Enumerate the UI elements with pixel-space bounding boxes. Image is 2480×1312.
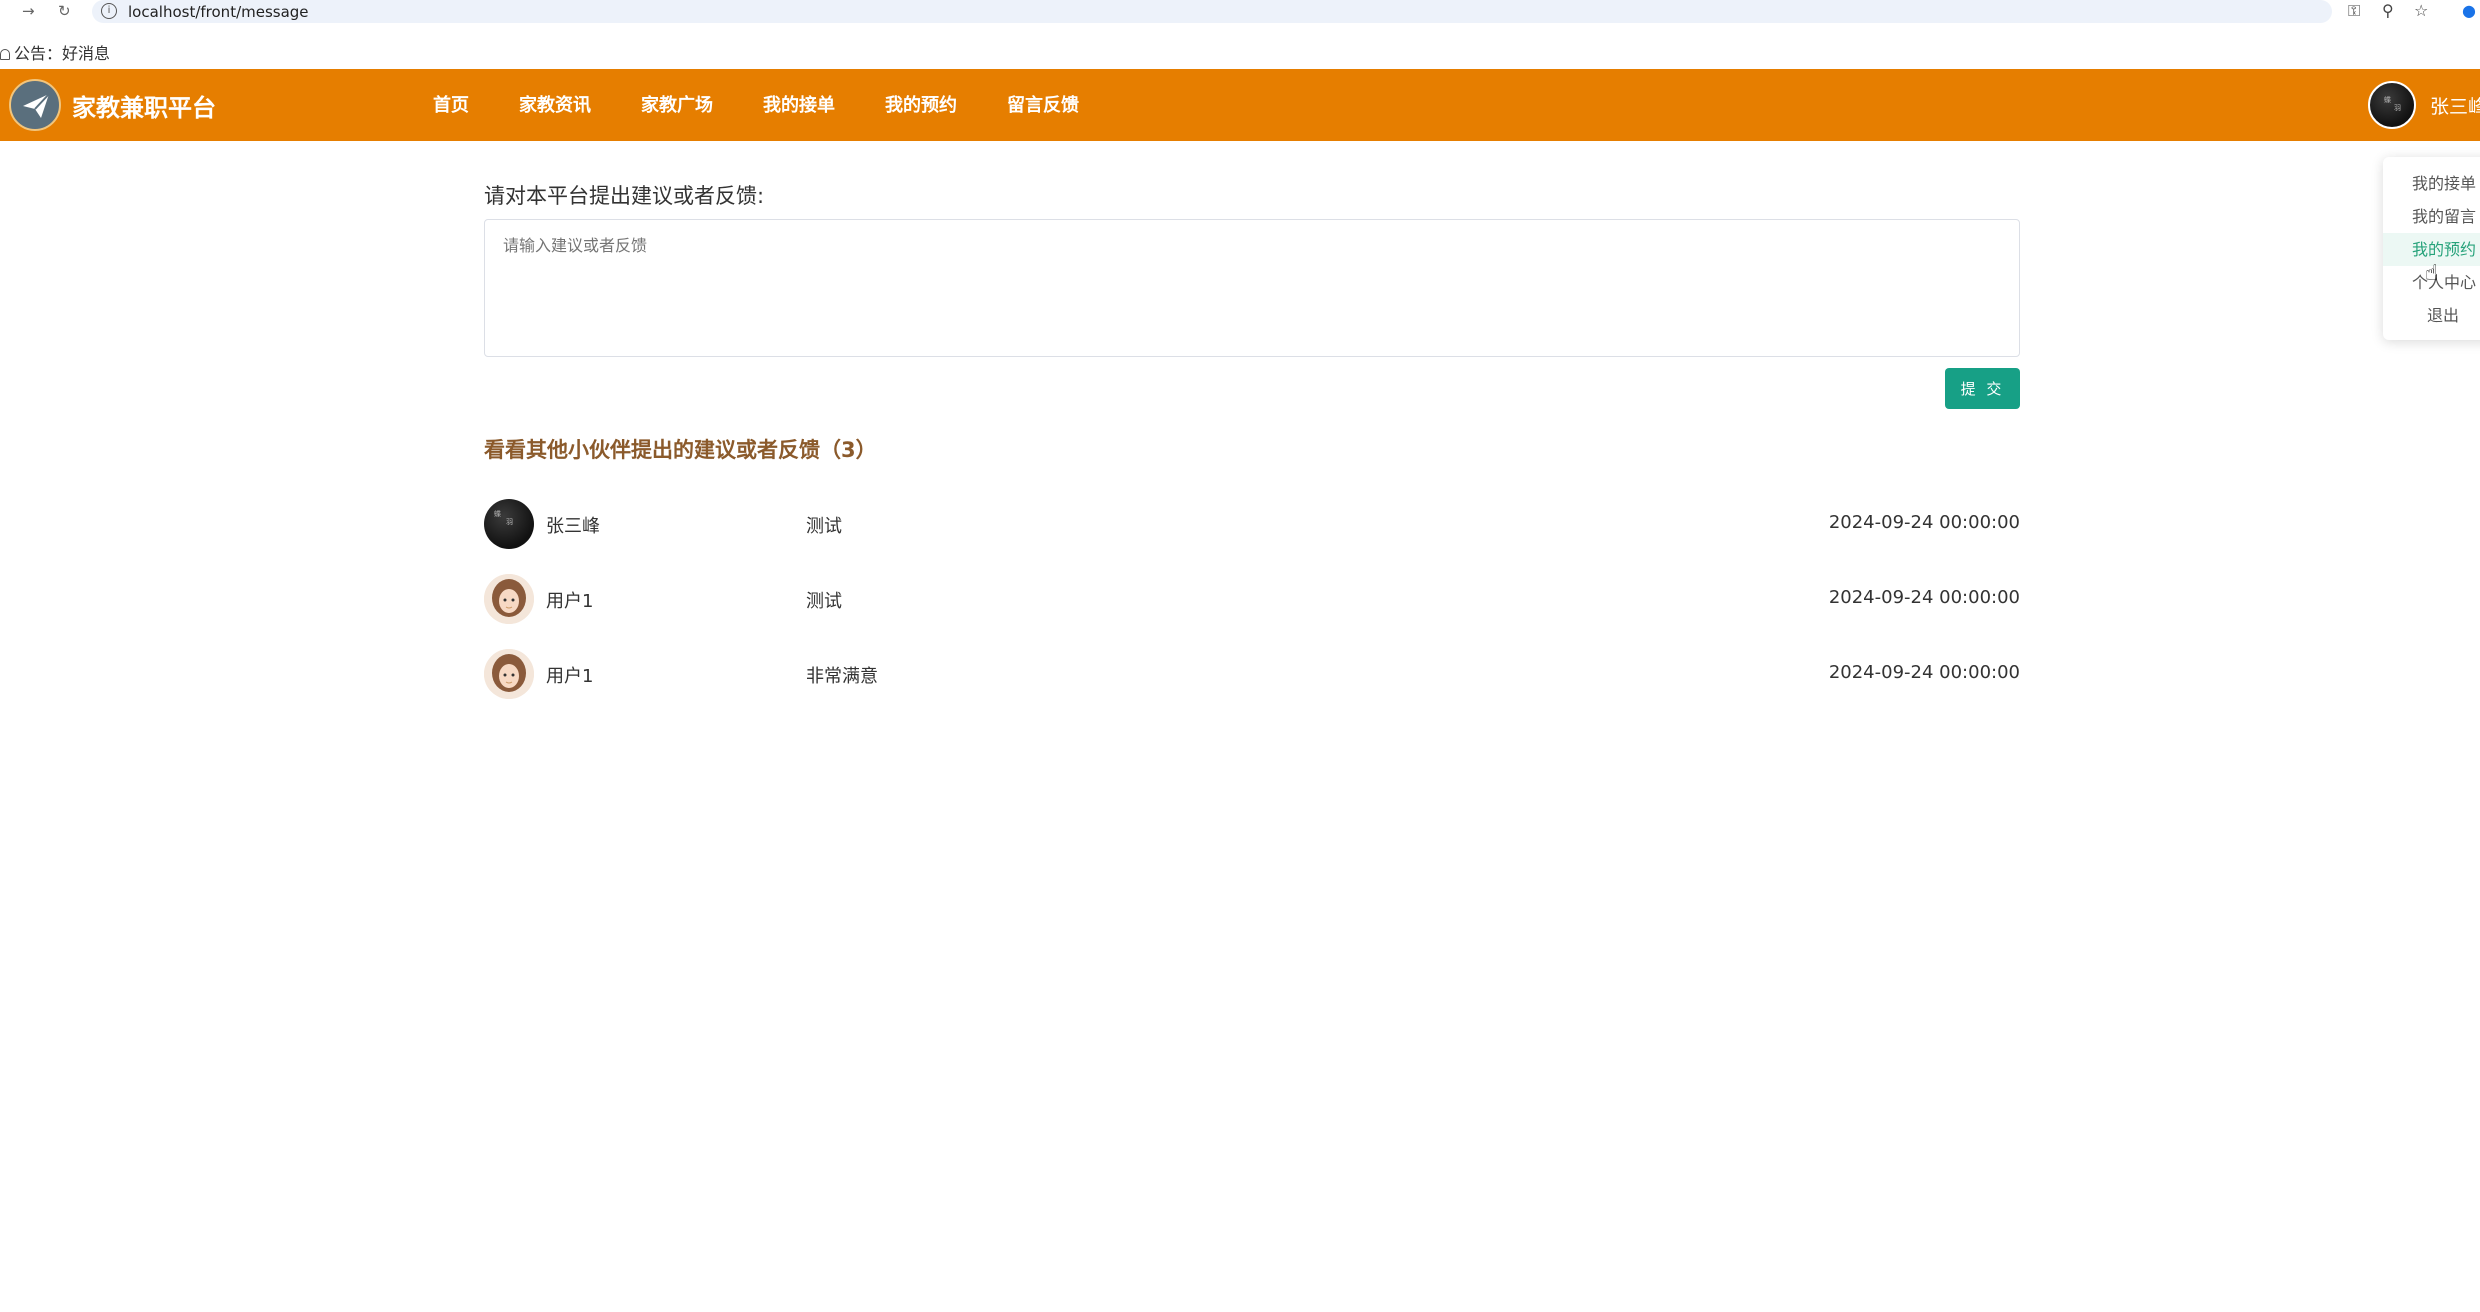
feedback-content: 测试 bbox=[806, 591, 842, 612]
feedback-time: 2024-09-24 00:00:00 bbox=[1828, 662, 2020, 683]
address-bar[interactable] bbox=[92, 0, 2332, 23]
nav-feedback[interactable]: 留言反馈 bbox=[1007, 69, 1079, 141]
main-nav: 首页 家教资讯 家教广场 我的接单 我的预约 留言反馈 bbox=[433, 69, 1129, 141]
user-dropdown-menu: 我的接单 我的留言 我的预约 个人中心 退出 bbox=[2383, 157, 2480, 340]
feedback-user: 用户1 bbox=[546, 591, 594, 612]
dropdown-logout[interactable]: 退出 bbox=[2383, 299, 2480, 332]
feedback-content: 测试 bbox=[806, 516, 842, 537]
feedback-user: 张三峰 bbox=[546, 516, 600, 537]
nav-home[interactable]: 首页 bbox=[433, 69, 469, 141]
dropdown-my-orders[interactable]: 我的接单 bbox=[2383, 167, 2480, 200]
paper-plane-logo-icon[interactable] bbox=[9, 79, 61, 131]
bookmark-star-icon[interactable]: ☆ bbox=[2414, 1, 2428, 20]
dropdown-my-messages[interactable]: 我的留言 bbox=[2383, 200, 2480, 233]
nav-my-bookings[interactable]: 我的预约 bbox=[885, 69, 957, 141]
feedback-row: 用户1 测试 2024-09-24 00:00:00 bbox=[484, 574, 2020, 626]
feedback-user: 用户1 bbox=[546, 666, 594, 687]
feedback-row: 蝶羽 张三峰 测试 2024-09-24 00:00:00 bbox=[484, 499, 2020, 551]
reload-icon[interactable]: ↻ bbox=[58, 2, 71, 20]
submit-button[interactable]: 提 交 bbox=[1945, 368, 2020, 409]
feedback-prompt: 请对本平台提出建议或者反馈: bbox=[484, 184, 765, 208]
user-avatar-girl-icon bbox=[484, 649, 534, 699]
feedback-list-title: 看看其他小伙伴提出的建议或者反馈（3） bbox=[484, 438, 877, 462]
feedback-content: 非常满意 bbox=[806, 666, 878, 687]
nav-tutor-news[interactable]: 家教资讯 bbox=[519, 69, 591, 141]
announcement-bar: 公告：好消息 bbox=[0, 40, 110, 64]
user-avatar[interactable]: 蝶羽 bbox=[2368, 81, 2416, 129]
feedback-textarea[interactable] bbox=[484, 219, 2020, 357]
feedback-time: 2024-09-24 00:00:00 bbox=[1828, 512, 2020, 533]
forward-icon[interactable]: → bbox=[22, 2, 35, 20]
zoom-icon[interactable]: ⚲ bbox=[2382, 1, 2394, 20]
user-avatar-dark-icon: 蝶羽 bbox=[484, 499, 534, 549]
announcement-text: 公告：好消息 bbox=[14, 44, 111, 63]
nav-my-orders[interactable]: 我的接单 bbox=[763, 69, 835, 141]
nav-tutor-square[interactable]: 家教广场 bbox=[641, 69, 713, 141]
site-title[interactable]: 家教兼职平台 bbox=[72, 88, 216, 123]
site-header: 家教兼职平台 首页 家教资讯 家教广场 我的接单 我的预约 留言反馈 蝶羽 张三… bbox=[0, 69, 2480, 141]
user-avatar-girl-icon bbox=[484, 574, 534, 624]
feedback-row: 用户1 非常满意 2024-09-24 00:00:00 bbox=[484, 649, 2020, 701]
profile-icon[interactable]: ● bbox=[2462, 1, 2476, 20]
browser-toolbar: → ↻ i localhost/front/message ⚿ ⚲ ☆ ● bbox=[0, 0, 2480, 24]
url-text[interactable]: localhost/front/message bbox=[128, 3, 309, 21]
bell-icon bbox=[0, 49, 10, 60]
user-name[interactable]: 张三峰 bbox=[2430, 92, 2480, 119]
key-icon[interactable]: ⚿ bbox=[2348, 1, 2360, 21]
site-info-icon[interactable]: i bbox=[101, 3, 117, 19]
hand-cursor-icon: ☝ bbox=[2425, 261, 2439, 286]
feedback-time: 2024-09-24 00:00:00 bbox=[1828, 587, 2020, 608]
